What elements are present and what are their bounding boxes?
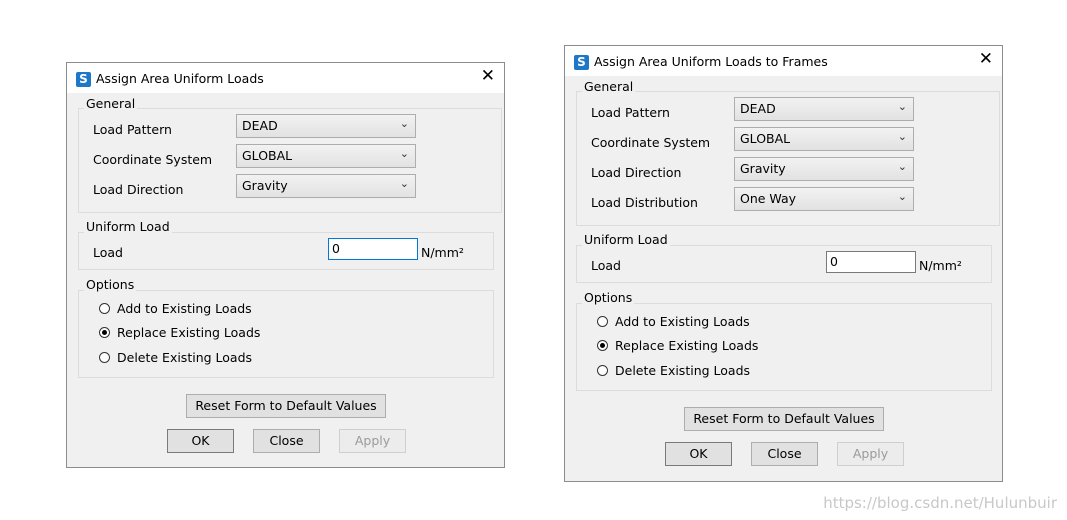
load-distribution-select[interactable]: One Way ⌄ xyxy=(734,187,914,211)
chevron-down-icon: ⌄ xyxy=(399,117,409,130)
load-direction-value: Gravity xyxy=(740,161,786,176)
chevron-down-icon: ⌄ xyxy=(897,100,907,113)
reset-defaults-button[interactable]: Reset Form to Default Values xyxy=(186,394,386,418)
close-icon[interactable]: ✕ xyxy=(481,68,495,85)
chevron-down-icon: ⌄ xyxy=(399,177,409,190)
chevron-down-icon: ⌄ xyxy=(897,160,907,173)
assign-area-uniform-loads-to-frames-dialog: S Assign Area Uniform Loads to Frames ✕ … xyxy=(564,45,1003,482)
general-group-title: General xyxy=(582,79,636,94)
replace-existing-label: Replace Existing Loads xyxy=(615,338,759,353)
load-direction-select[interactable]: Gravity ⌄ xyxy=(236,174,416,198)
load-input-value: 0 xyxy=(830,254,838,269)
load-pattern-value: DEAD xyxy=(740,101,776,116)
close-icon[interactable]: ✕ xyxy=(979,51,993,68)
load-distribution-value: One Way xyxy=(740,191,797,206)
load-unit-label: N/mm² xyxy=(421,245,464,260)
add-existing-radio[interactable] xyxy=(99,303,110,314)
coordinate-system-value: GLOBAL xyxy=(740,131,791,146)
title-bar[interactable]: S Assign Area Uniform Loads ✕ xyxy=(67,63,504,93)
add-existing-label: Add to Existing Loads xyxy=(615,314,750,329)
general-group-title: General xyxy=(84,96,138,111)
load-pattern-select[interactable]: DEAD ⌄ xyxy=(734,97,914,121)
options-group-title: Options xyxy=(84,277,137,292)
replace-existing-radio[interactable] xyxy=(597,340,608,351)
load-distribution-label: Load Distribution xyxy=(591,195,698,210)
load-pattern-select[interactable]: DEAD ⌄ xyxy=(236,114,416,138)
ok-button[interactable]: OK xyxy=(665,442,732,466)
assign-area-uniform-loads-dialog: S Assign Area Uniform Loads ✕ General Lo… xyxy=(66,62,505,468)
delete-existing-radio[interactable] xyxy=(99,352,110,363)
load-direction-label: Load Direction xyxy=(591,165,682,180)
watermark: https://blog.csdn.net/Hulunbuir xyxy=(823,494,1057,512)
coordinate-system-select[interactable]: GLOBAL ⌄ xyxy=(236,144,416,168)
chevron-down-icon: ⌄ xyxy=(399,147,409,160)
load-input-value: 0 xyxy=(332,241,340,256)
load-direction-value: Gravity xyxy=(242,178,288,193)
uniform-load-group-title: Uniform Load xyxy=(582,232,670,247)
dialog-title: Assign Area Uniform Loads xyxy=(96,71,264,86)
load-pattern-value: DEAD xyxy=(242,118,278,133)
add-existing-radio[interactable] xyxy=(597,316,608,327)
title-bar[interactable]: S Assign Area Uniform Loads to Frames ✕ xyxy=(565,46,1002,76)
coordinate-system-label: Coordinate System xyxy=(591,135,711,150)
chevron-down-icon: ⌄ xyxy=(897,130,907,143)
coordinate-system-select[interactable]: GLOBAL ⌄ xyxy=(734,127,914,151)
chevron-down-icon: ⌄ xyxy=(897,190,907,203)
apply-button[interactable]: Apply xyxy=(837,442,904,466)
close-button[interactable]: Close xyxy=(253,429,320,453)
load-direction-select[interactable]: Gravity ⌄ xyxy=(734,157,914,181)
load-label: Load xyxy=(591,258,621,273)
app-icon: S xyxy=(76,72,91,87)
delete-existing-radio[interactable] xyxy=(597,365,608,376)
replace-existing-radio[interactable] xyxy=(99,327,110,338)
load-unit-label: N/mm² xyxy=(919,258,962,273)
add-existing-label: Add to Existing Loads xyxy=(117,301,252,316)
load-input[interactable]: 0 xyxy=(328,238,418,260)
close-button[interactable]: Close xyxy=(751,442,818,466)
app-icon: S xyxy=(574,55,589,70)
uniform-load-group-title: Uniform Load xyxy=(84,219,172,234)
load-pattern-label: Load Pattern xyxy=(93,122,172,137)
load-label: Load xyxy=(93,245,123,260)
load-pattern-label: Load Pattern xyxy=(591,105,670,120)
reset-defaults-button[interactable]: Reset Form to Default Values xyxy=(684,407,884,431)
replace-existing-label: Replace Existing Loads xyxy=(117,325,261,340)
delete-existing-label: Delete Existing Loads xyxy=(615,363,751,378)
delete-existing-label: Delete Existing Loads xyxy=(117,350,253,365)
coordinate-system-value: GLOBAL xyxy=(242,148,293,163)
load-direction-label: Load Direction xyxy=(93,182,184,197)
dialog-title: Assign Area Uniform Loads to Frames xyxy=(594,54,828,69)
load-input[interactable]: 0 xyxy=(826,251,916,273)
apply-button[interactable]: Apply xyxy=(339,429,406,453)
coordinate-system-label: Coordinate System xyxy=(93,152,213,167)
ok-button[interactable]: OK xyxy=(167,429,234,453)
options-group-title: Options xyxy=(582,290,635,305)
